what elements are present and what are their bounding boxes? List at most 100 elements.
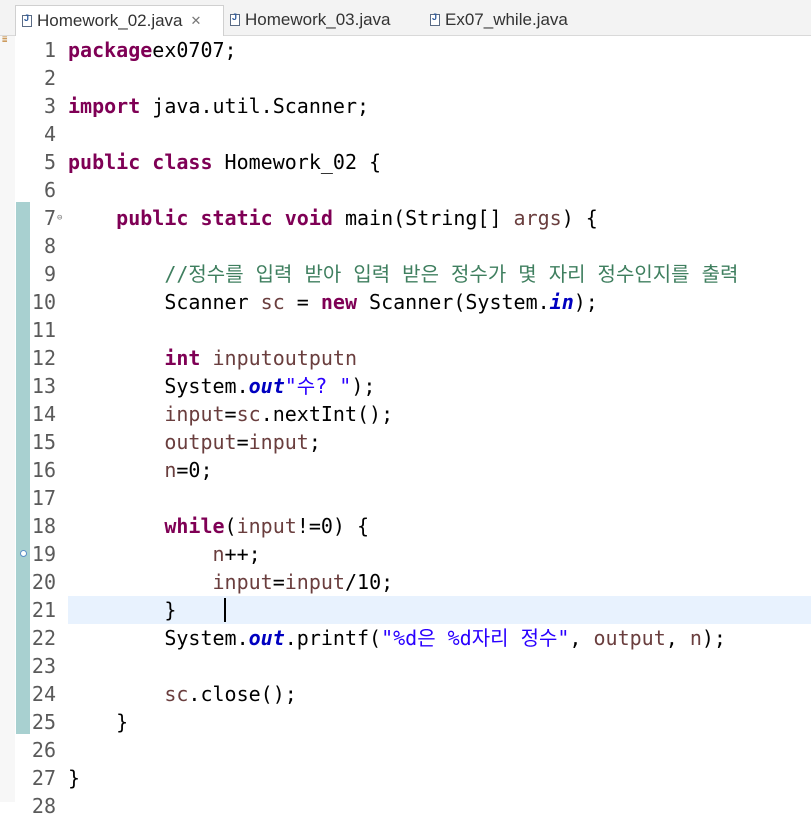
code-token: System. [68, 626, 249, 650]
line-number: 12 [31, 346, 56, 370]
code-token: sc [164, 682, 189, 706]
code-token: "%d은 %d자리 정수" [381, 626, 570, 650]
code-token: n [212, 542, 225, 566]
code-line[interactable]: input=input/10; [68, 568, 394, 596]
line-number: 2 [43, 66, 56, 90]
tab-homework-03[interactable]: Homework_03.java [224, 5, 419, 35]
code-token: ) { [561, 206, 598, 230]
code-token: package [68, 38, 153, 62]
code-editor[interactable]: 1 packageex0707; 2 3 import java.util.Scanne… [0, 36, 811, 818]
line-number: 13 [31, 374, 56, 398]
code-token: Scanner [68, 290, 261, 314]
code-line[interactable]: } [68, 596, 176, 624]
code-line[interactable]: int inputoutputn [68, 344, 357, 372]
code-token: args [513, 206, 562, 230]
code-token: n [689, 626, 702, 650]
line-number: 24 [31, 682, 56, 706]
tab-label: Homework_02.java [37, 11, 183, 30]
line-number: 20 [31, 570, 56, 594]
code-token: ); [573, 290, 598, 314]
code-token: input [284, 570, 345, 594]
change-bar [16, 202, 30, 734]
code-token: in [549, 290, 574, 314]
current-line-highlight [68, 596, 811, 624]
code-token: public static void [116, 206, 333, 230]
close-icon[interactable]: ✕ [191, 13, 202, 29]
line-number: 19 [31, 542, 56, 566]
code-token: public class [68, 150, 213, 174]
code-token: input [236, 514, 297, 538]
code-token: Scanner(System. [357, 290, 550, 314]
line-number: 17 [31, 486, 56, 510]
code-token: ++; [224, 542, 261, 566]
code-line[interactable]: Scanner sc = new Scanner(System.in); [68, 288, 598, 316]
tab-label: Homework_03.java [245, 10, 391, 29]
code-token: java.util.Scanner; [140, 94, 370, 118]
code-line[interactable]: n=0; [68, 456, 213, 484]
code-line[interactable]: input=sc.nextInt(); [68, 400, 393, 428]
code-line[interactable]: public static void main(String[] args) { [68, 204, 598, 232]
line-number: 18 [31, 514, 56, 538]
code-token: sc [236, 402, 261, 426]
code-line[interactable]: output=input; [68, 428, 321, 456]
line-number: 3 [43, 94, 56, 118]
line-number: 11 [31, 318, 56, 342]
code-token: = [284, 290, 321, 314]
code-token: n [164, 458, 177, 482]
line-number: 16 [31, 458, 56, 482]
code-token: output [593, 626, 666, 650]
tab-homework-02[interactable]: Homework_02.java ✕ [15, 5, 224, 36]
code-token: ); [701, 626, 726, 650]
code-token: sc [260, 290, 285, 314]
java-file-icon [22, 13, 32, 27]
tab-ex07-while[interactable]: Ex07_while.java [424, 5, 604, 35]
tab-label: Ex07_while.java [445, 10, 568, 29]
code-token: Homework_02 { [212, 150, 382, 174]
code-token: = [224, 402, 237, 426]
code-token: , [569, 626, 594, 650]
code-line[interactable]: n++; [68, 540, 261, 568]
line-number: 10 [31, 290, 56, 314]
code-token: .nextInt(); [260, 402, 394, 426]
code-line[interactable]: public class Homework_02 { [68, 148, 381, 176]
line-number: 8 [43, 234, 56, 258]
line-number: 6 [43, 178, 56, 202]
code-line[interactable]: sc.close(); [68, 680, 297, 708]
code-token: import [68, 94, 141, 118]
code-line[interactable]: import java.util.Scanner; [68, 92, 369, 120]
code-token: ( [224, 514, 237, 538]
code-line[interactable]: while(input!=0) { [68, 512, 369, 540]
fold-toggle-icon[interactable]: ⊖ [57, 204, 62, 232]
code-token: = [236, 430, 249, 454]
code-token: output [164, 430, 237, 454]
code-token: =0; [176, 458, 213, 482]
code-line[interactable]: } [68, 764, 80, 792]
code-line[interactable]: System.out.printf("%d은 %d자리 정수", output,… [68, 624, 726, 652]
java-file-icon [430, 12, 440, 26]
code-token: out [248, 626, 285, 650]
code-token: } [68, 766, 81, 790]
code-token: } [68, 710, 129, 734]
code-line[interactable]: packageex0707; [68, 36, 237, 64]
line-number: 4 [43, 122, 56, 146]
code-token: new [320, 290, 357, 314]
line-number: 21 [31, 598, 56, 622]
text-caret [224, 598, 226, 622]
code-line[interactable]: //정수를 입력 받아 입력 받은 정수가 몇 자리 정수인지를 출력 [68, 260, 738, 288]
code-token: /10; [344, 570, 394, 594]
code-token: "수? " [284, 374, 352, 398]
code-line[interactable]: System.out"수? "); [68, 372, 375, 400]
code-line[interactable]: } [68, 708, 128, 736]
code-token: //정수를 입력 받아 입력 받은 정수가 몇 자리 정수인지를 출력 [164, 262, 739, 286]
code-token: .close(); [188, 682, 297, 706]
code-token: input [164, 402, 225, 426]
editor-tab-bar: Homework_02.java ✕ Homework_03.java Ex07… [0, 0, 811, 36]
line-number: 28 [31, 794, 56, 818]
